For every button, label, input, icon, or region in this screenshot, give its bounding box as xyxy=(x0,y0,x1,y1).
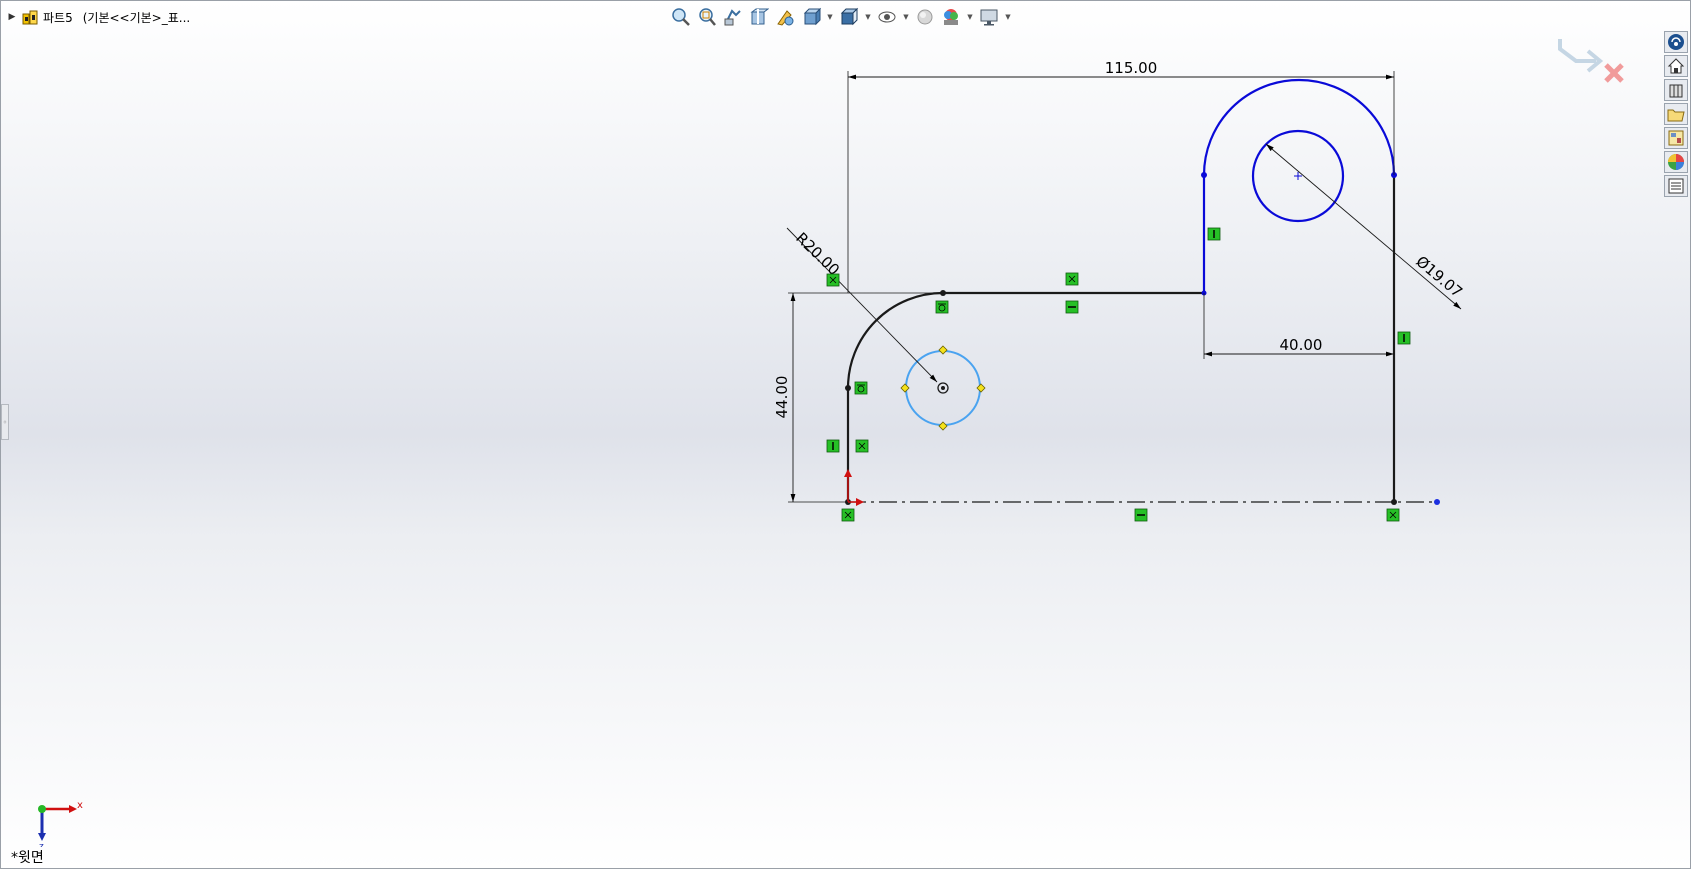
sketch-graphics-area[interactable]: 115.00 44.00 40.00 R20.00 Ø19.07 xyxy=(1,1,1691,870)
horizontal-relation-icon[interactable] xyxy=(1134,508,1148,522)
coincident-relation-icon[interactable] xyxy=(826,273,840,287)
coincident-relation-icon[interactable] xyxy=(1065,272,1079,286)
coincident-relation-icon[interactable] xyxy=(855,439,869,453)
vertical-relation-icon[interactable] xyxy=(1207,227,1221,241)
dimension-height-text[interactable]: 44.00 xyxy=(773,376,791,419)
selected-slot-entities[interactable] xyxy=(1202,78,1396,293)
reference-triad: x z xyxy=(38,800,83,847)
tangent-relation-icon[interactable] xyxy=(854,381,868,395)
dimension-slot-width-text[interactable]: 40.00 xyxy=(1280,336,1323,354)
tangent-relation-icon[interactable] xyxy=(935,300,949,314)
coincident-relation-icon[interactable] xyxy=(841,508,855,522)
triad-x-label: x xyxy=(77,800,83,811)
centerline-endpoint[interactable] xyxy=(1434,499,1440,505)
dimension-radius-text[interactable]: R20.00 xyxy=(792,229,843,279)
coincident-relation-icon[interactable] xyxy=(1386,508,1400,522)
dimension-height[interactable] xyxy=(788,292,943,503)
sketch-vertices xyxy=(845,290,1397,505)
vertical-relation-icon[interactable] xyxy=(826,439,840,453)
dimension-overall-width-text[interactable]: 115.00 xyxy=(1105,59,1158,77)
slot-endpoints xyxy=(1201,172,1397,296)
vertical-relation-icon[interactable] xyxy=(1397,331,1411,345)
horizontal-relation-icon[interactable] xyxy=(1065,300,1079,314)
dimension-overall-width[interactable] xyxy=(847,71,1395,293)
relation-badges xyxy=(826,227,1411,522)
dimension-hole-diameter[interactable] xyxy=(1265,143,1462,310)
view-orientation-label: *윗면 xyxy=(11,850,44,866)
dimension-hole-diameter-text[interactable]: Ø19.07 xyxy=(1412,252,1466,301)
